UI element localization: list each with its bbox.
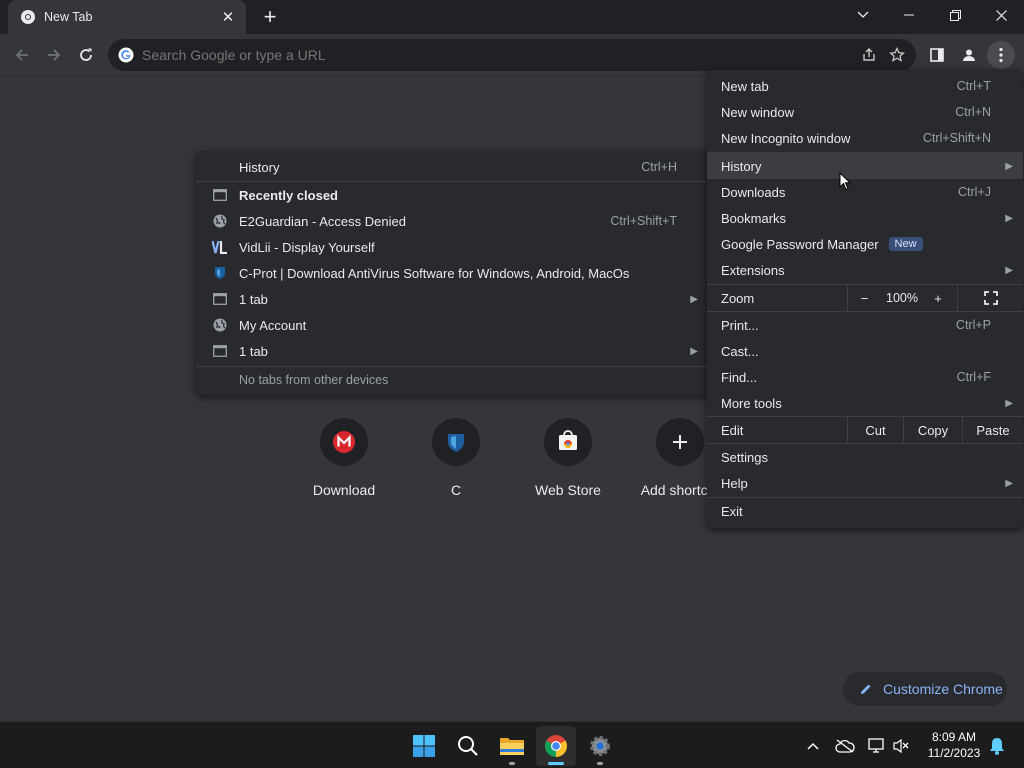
menu-item-new-tab[interactable]: New tab Ctrl+T xyxy=(707,73,1023,99)
globe-icon xyxy=(212,317,228,333)
menu-item-history[interactable]: History ▶ xyxy=(707,153,1023,179)
close-tab-icon[interactable]: ✕ xyxy=(220,9,236,26)
menu-item-password-manager[interactable]: Google Password Manager New xyxy=(707,231,1023,257)
mega-icon xyxy=(333,431,355,453)
vidlii-icon xyxy=(212,239,228,255)
no-devices-text: No tabs from other devices xyxy=(239,373,389,387)
kebab-menu-icon[interactable] xyxy=(987,41,1015,69)
side-panel-icon[interactable] xyxy=(923,41,951,69)
menu-item-downloads[interactable]: Downloads Ctrl+J xyxy=(707,179,1023,205)
minimize-icon[interactable] xyxy=(886,0,932,30)
history-entry-1-tab[interactable]: 1 tab ▶ xyxy=(196,338,710,364)
submenu-arrow-icon: ▶ xyxy=(1005,212,1013,224)
new-tab-button[interactable]: + xyxy=(258,4,282,29)
recently-closed-heading: Recently closed xyxy=(196,182,710,208)
network-icon[interactable] xyxy=(866,722,888,768)
history-entry-vidlii[interactable]: VidLii - Display Yourself xyxy=(196,234,710,260)
menu-item-settings[interactable]: Settings xyxy=(707,444,1023,470)
tab-search-icon[interactable] xyxy=(840,0,886,30)
submenu-arrow-icon: ▶ xyxy=(1005,477,1013,489)
onedrive-icon[interactable] xyxy=(834,722,856,768)
settings-gear-icon[interactable] xyxy=(580,726,620,766)
clock-date: 11/2/2023 xyxy=(927,746,981,760)
tab-new-tab[interactable]: New Tab ✕ xyxy=(8,0,246,34)
chrome-icon xyxy=(21,10,35,24)
submenu-arrow-icon: ▶ xyxy=(1005,397,1013,409)
customize-label: Customize Chrome xyxy=(883,681,1003,697)
start-icon[interactable] xyxy=(404,726,444,766)
customize-chrome-button[interactable]: Customize Chrome xyxy=(843,672,1007,706)
zoom-in-button[interactable]: + xyxy=(923,285,953,311)
menu-item-edit: Edit Cut Copy Paste xyxy=(707,417,1023,443)
window-icon xyxy=(212,291,228,307)
menu-item-help[interactable]: Help ▶ xyxy=(707,470,1023,496)
submenu-arrow-icon: ▶ xyxy=(1005,160,1013,172)
menu-item-find[interactable]: Find... Ctrl+F xyxy=(707,364,1023,390)
forward-icon[interactable] xyxy=(40,41,68,69)
menu-item-exit[interactable]: Exit xyxy=(707,498,1023,524)
menu-item-new-incognito[interactable]: New Incognito window Ctrl+Shift+N xyxy=(707,125,1023,151)
menu-item-cast[interactable]: Cast... xyxy=(707,338,1023,364)
profile-icon[interactable] xyxy=(955,41,983,69)
chrome-main-menu: New tab Ctrl+T New window Ctrl+N New Inc… xyxy=(707,70,1023,528)
history-submenu: History Ctrl+H Recently closed E2Guardia… xyxy=(196,151,710,395)
back-icon[interactable] xyxy=(8,41,36,69)
mouse-cursor-icon xyxy=(839,172,851,191)
close-window-icon[interactable] xyxy=(978,0,1024,30)
volume-muted-icon[interactable] xyxy=(890,722,912,768)
zoom-out-button[interactable]: − xyxy=(847,285,881,311)
shortcut-download[interactable]: Download xyxy=(288,418,400,498)
copy-button[interactable]: Copy xyxy=(903,417,962,443)
shortcut-c[interactable]: C xyxy=(400,418,512,498)
pencil-icon xyxy=(861,684,871,694)
new-badge: New xyxy=(888,237,923,251)
tab-strip: New Tab ✕ + xyxy=(0,0,1024,34)
zoom-level: 100% xyxy=(886,291,918,305)
file-explorer-icon[interactable] xyxy=(492,726,532,766)
clock[interactable]: 8:09 AM 11/2/2023 xyxy=(916,729,992,761)
submenu-arrow-icon: ▶ xyxy=(690,345,698,357)
search-icon[interactable] xyxy=(448,726,488,766)
share-icon[interactable] xyxy=(858,44,880,66)
menu-item-zoom: Zoom − 100% + xyxy=(707,285,1023,311)
bookmark-star-icon[interactable] xyxy=(886,44,908,66)
shortcut-label: Web Store xyxy=(535,482,601,498)
omnibox-input[interactable] xyxy=(142,47,916,63)
cut-button[interactable]: Cut xyxy=(847,417,903,443)
clock-time: 8:09 AM xyxy=(931,730,977,744)
google-icon xyxy=(118,47,134,63)
menu-item-new-window[interactable]: New window Ctrl+N xyxy=(707,99,1023,125)
submenu-arrow-icon: ▶ xyxy=(1005,264,1013,276)
history-entry-e2guardian[interactable]: E2Guardian - Access Denied Ctrl+Shift+T xyxy=(196,208,710,234)
omnibox[interactable] xyxy=(108,39,916,71)
restore-icon[interactable] xyxy=(932,0,978,30)
paste-button[interactable]: Paste xyxy=(962,417,1023,443)
web-store-icon xyxy=(559,430,577,450)
chevron-up-icon[interactable] xyxy=(802,722,824,768)
taskbar: 8:09 AM 11/2/2023 xyxy=(0,721,1024,768)
fullscreen-icon[interactable] xyxy=(957,285,1023,311)
history-entry-1-tab[interactable]: 1 tab ▶ xyxy=(196,286,710,312)
history-entry-my-account[interactable]: My Account xyxy=(196,312,710,338)
shortcut-label: Download xyxy=(312,482,376,498)
reload-icon[interactable] xyxy=(72,41,100,69)
menu-item-bookmarks[interactable]: Bookmarks ▶ xyxy=(707,205,1023,231)
shortcut-web-store[interactable]: Web Store xyxy=(512,418,624,498)
shortcut-label: C xyxy=(450,482,462,498)
window-icon xyxy=(212,187,228,203)
history-item[interactable]: History Ctrl+H xyxy=(196,154,710,180)
submenu-arrow-icon: ▶ xyxy=(690,293,698,305)
menu-item-print[interactable]: Print... Ctrl+P xyxy=(707,312,1023,338)
menu-item-more-tools[interactable]: More tools ▶ xyxy=(707,390,1023,416)
notification-bell-icon[interactable] xyxy=(986,722,1008,768)
menu-item-extensions[interactable]: Extensions ▶ xyxy=(707,257,1023,283)
cprot-icon xyxy=(212,265,228,281)
plus-icon xyxy=(673,435,687,449)
globe-icon xyxy=(212,213,228,229)
window-icon xyxy=(212,343,228,359)
chrome-taskbar-icon[interactable] xyxy=(536,726,576,766)
tab-title: New Tab xyxy=(44,10,93,24)
cprot-shield-icon xyxy=(448,434,464,452)
history-entry-cprot[interactable]: C-Prot | Download AntiVirus Software for… xyxy=(196,260,710,286)
